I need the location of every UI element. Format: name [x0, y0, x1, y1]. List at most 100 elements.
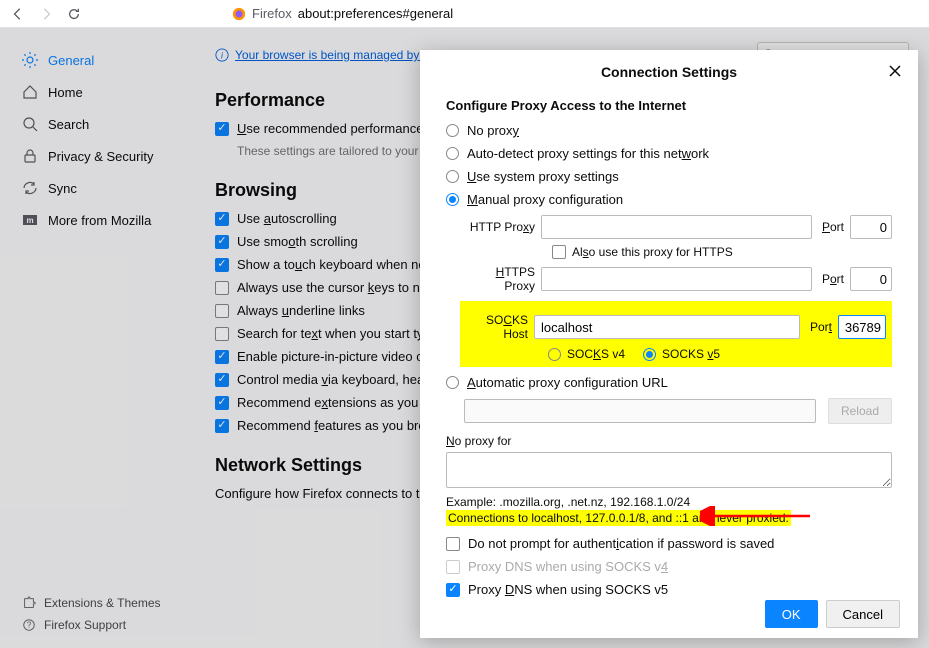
puzzle-icon	[22, 596, 36, 610]
sidebar-item-label: More from Mozilla	[48, 213, 151, 228]
proxy-dns-v5-label: Proxy DNS when using SOCKS v5	[468, 582, 668, 597]
manual-proxy-label: Manual proxy configuration	[467, 192, 623, 207]
svg-text:i: i	[221, 51, 224, 61]
sidebar-extensions[interactable]: Extensions & Themes	[22, 592, 161, 614]
cursor-keys-checkbox[interactable]	[215, 281, 229, 295]
manual-proxy-radio[interactable]	[446, 193, 459, 206]
auto-config-label: Automatic proxy configuration URL	[467, 375, 668, 390]
ok-button[interactable]: OK	[765, 600, 818, 628]
sidebar: General Home Search Privacy & Security S…	[0, 28, 195, 648]
socks-v5-radio[interactable]	[643, 348, 656, 361]
recommend-feat-checkbox[interactable]	[215, 419, 229, 433]
gear-icon	[22, 52, 38, 68]
home-icon	[22, 84, 38, 100]
socks-host-label: SOCKS Host	[466, 313, 528, 341]
dialog-title-text: Connection Settings	[601, 64, 737, 80]
cancel-button[interactable]: Cancel	[826, 600, 900, 628]
http-port-label: Port	[822, 220, 844, 234]
reload-button: Reload	[828, 398, 892, 424]
sidebar-footer-label: Firefox Support	[44, 618, 126, 632]
also-https-label: Also use this proxy for HTTPS	[572, 245, 733, 259]
info-icon: i	[215, 48, 229, 62]
socks-v4-radio[interactable]	[548, 348, 561, 361]
socks-host-input[interactable]	[534, 315, 800, 339]
auto-config-radio[interactable]	[446, 376, 459, 389]
connection-settings-dialog: Connection Settings Configure Proxy Acce…	[420, 50, 918, 638]
address-bar[interactable]: Firefox about:preferences#general	[92, 6, 453, 21]
https-port-label: Port	[822, 272, 844, 286]
mozilla-icon: m	[22, 212, 38, 228]
no-proxy-for-input[interactable]	[446, 452, 892, 488]
sidebar-footer-label: Extensions & Themes	[44, 596, 161, 610]
proxy-dns-v4-checkbox	[446, 560, 460, 574]
smooth-scrolling-checkbox[interactable]	[215, 235, 229, 249]
sidebar-item-home[interactable]: Home	[22, 76, 195, 108]
url-prefix: Firefox	[252, 6, 292, 21]
dialog-subheading: Configure Proxy Access to the Internet	[446, 98, 892, 113]
auto-detect-radio[interactable]	[446, 147, 459, 160]
recommend-ext-checkbox[interactable]	[215, 396, 229, 410]
sidebar-item-general[interactable]: General	[22, 44, 195, 76]
no-proxy-for-label: No proxy for	[446, 434, 892, 448]
socks-v5-label: SOCKS v5	[662, 347, 720, 361]
sidebar-item-label: Home	[48, 85, 83, 100]
underline-links-checkbox[interactable]	[215, 304, 229, 318]
http-proxy-input[interactable]	[541, 215, 812, 239]
touch-keyboard-checkbox[interactable]	[215, 258, 229, 272]
sidebar-item-privacy[interactable]: Privacy & Security	[22, 140, 195, 172]
sidebar-support[interactable]: ? Firefox Support	[22, 614, 161, 636]
pip-checkbox[interactable]	[215, 350, 229, 364]
lock-icon	[22, 148, 38, 164]
recommend-feat-label: Recommend features as you browse	[237, 418, 449, 433]
autoscrolling-label: Use autoscrolling	[237, 211, 337, 226]
smooth-scrolling-label: Use smooth scrolling	[237, 234, 358, 249]
http-proxy-label: HTTP Proxy	[464, 220, 535, 234]
sidebar-item-label: General	[48, 53, 94, 68]
search-icon	[22, 116, 38, 132]
system-proxy-label: Use system proxy settings	[467, 169, 619, 184]
svg-text:m: m	[26, 216, 33, 225]
reload-button[interactable]	[64, 4, 84, 24]
autoscrolling-checkbox[interactable]	[215, 212, 229, 226]
socks-v4-label: SOCKS v4	[567, 347, 625, 361]
media-control-checkbox[interactable]	[215, 373, 229, 387]
perf-recommended-checkbox[interactable]	[215, 122, 229, 136]
sidebar-footer: Extensions & Themes ? Firefox Support	[22, 592, 161, 636]
socks-port-label: Port	[810, 320, 832, 334]
help-icon: ?	[22, 618, 36, 632]
annotation-arrow	[700, 506, 820, 526]
dialog-title: Connection Settings	[420, 50, 918, 98]
http-port-input[interactable]	[850, 215, 892, 239]
auto-detect-label: Auto-detect proxy settings for this netw…	[467, 146, 709, 161]
https-port-input[interactable]	[850, 267, 892, 291]
sidebar-item-label: Search	[48, 117, 89, 132]
proxy-dns-v5-checkbox[interactable]	[446, 583, 460, 597]
socks-port-input[interactable]	[838, 315, 886, 339]
sidebar-item-label: Sync	[48, 181, 77, 196]
system-proxy-radio[interactable]	[446, 170, 459, 183]
auto-config-input	[464, 399, 816, 423]
underline-links-label: Always underline links	[237, 303, 365, 318]
no-prompt-auth-label: Do not prompt for authentication if pass…	[468, 536, 774, 551]
close-button[interactable]	[888, 64, 904, 80]
no-proxy-radio[interactable]	[446, 124, 459, 137]
search-text-label: Search for text when you start typing	[237, 326, 448, 341]
no-prompt-auth-checkbox[interactable]	[446, 537, 460, 551]
search-text-checkbox[interactable]	[215, 327, 229, 341]
https-proxy-input[interactable]	[541, 267, 812, 291]
socks-highlight: SOCKS Host Port SOCKS v4 SOCKS v5	[460, 301, 892, 367]
no-proxy-example: Example: .mozilla.org, .net.nz, 192.168.…	[446, 495, 892, 509]
sidebar-item-label: Privacy & Security	[48, 149, 153, 164]
svg-text:?: ?	[27, 621, 32, 630]
back-button[interactable]	[8, 4, 28, 24]
also-https-checkbox[interactable]	[552, 245, 566, 259]
browser-toolbar: Firefox about:preferences#general	[0, 0, 929, 28]
sidebar-item-sync[interactable]: Sync	[22, 172, 195, 204]
forward-button[interactable]	[36, 4, 56, 24]
firefox-icon	[232, 7, 246, 21]
https-proxy-label: HTTPS Proxy	[464, 265, 535, 293]
sync-icon	[22, 180, 38, 196]
sidebar-item-search[interactable]: Search	[22, 108, 195, 140]
proxy-dns-v4-label: Proxy DNS when using SOCKS v4	[468, 559, 668, 574]
sidebar-item-more[interactable]: m More from Mozilla	[22, 204, 195, 236]
